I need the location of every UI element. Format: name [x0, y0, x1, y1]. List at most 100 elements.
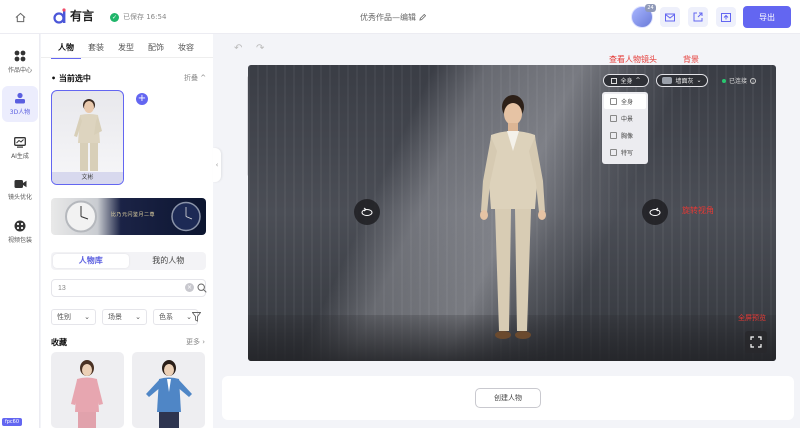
rotate-icon: [361, 207, 373, 216]
search-box: ×: [51, 279, 207, 297]
check-icon: ✓: [110, 12, 119, 22]
top-bar: 有言 ✓ 已保存 16:54 优秀作品—编辑 24 导出: [0, 0, 800, 34]
frame-icon: [610, 132, 617, 139]
nav-label: 镜头优化: [7, 194, 32, 201]
funnel-icon[interactable]: [192, 312, 201, 322]
selected-person-card[interactable]: 文彬: [51, 90, 124, 185]
nav-label: 3D人物: [9, 109, 31, 116]
chevron-down-icon: ⌄: [135, 313, 141, 321]
view-camera-dropdown: 全身 中景 胸像 特写: [602, 92, 648, 164]
watch-image: [65, 200, 97, 233]
frame-icon: [611, 77, 618, 84]
collapse-toggle[interactable]: 折叠 ^: [184, 73, 206, 83]
mail-icon: [665, 13, 675, 21]
more-link[interactable]: 更多 ›: [186, 337, 205, 347]
banner-text: 比乃元闪鉴月二尊: [111, 212, 156, 218]
nav-label: 作品中心: [7, 67, 32, 74]
annotation-background: 背景: [683, 55, 699, 64]
redo-icon[interactable]: ↷: [256, 43, 264, 54]
undo-icon[interactable]: ↶: [234, 43, 242, 54]
expand-icon: [750, 336, 762, 348]
rotate-left-button[interactable]: [354, 199, 380, 225]
favorite-person-card[interactable]: [51, 352, 124, 428]
library-tabs: 人物库 我的人物: [51, 252, 206, 270]
nav-label: AI生成: [11, 152, 29, 160]
tab-my-persons[interactable]: 我的人物: [131, 252, 207, 270]
document-title[interactable]: 优秀作品—编辑: [360, 12, 426, 23]
view-camera-value: 全身: [620, 78, 633, 85]
action-bar: 创建人物: [222, 376, 794, 420]
person-thumbnail: [74, 99, 102, 171]
share-button[interactable]: [688, 7, 708, 27]
connection-status: 已连接 i: [722, 76, 757, 85]
export-button[interactable]: 导出: [743, 6, 791, 28]
asset-panel: 人物 套装 发型 配饰 妆容 • 当前选中 折叠 ^ 文彬 + 比乃元闪鉴月二尊…: [41, 34, 251, 428]
status-dot: [722, 78, 726, 83]
frame-icon: [610, 98, 617, 105]
pencil-icon[interactable]: [419, 14, 426, 21]
app-logo[interactable]: 有言: [53, 7, 94, 24]
create-person-button[interactable]: 创建人物: [475, 388, 541, 408]
home-button[interactable]: [8, 7, 32, 27]
person-icon: [15, 92, 25, 104]
view-option-full[interactable]: 全身: [604, 94, 646, 109]
search-icon[interactable]: [197, 283, 207, 293]
fullscreen-button[interactable]: [745, 331, 767, 353]
camera-icon: [14, 180, 26, 188]
promo-banner[interactable]: 比乃元闪鉴月二尊: [51, 198, 206, 235]
info-icon[interactable]: i: [750, 77, 757, 84]
rotate-icon: [649, 207, 661, 216]
palette-icon: [14, 220, 26, 232]
frame-icon: [610, 115, 617, 122]
3d-preview-stage[interactable]: 全身 ^ 墙面灰 ⌄ 已连接 i 全身 中景 胸像 特写 旋转视角 全屏预览: [248, 65, 776, 361]
save-status: ✓ 已保存 16:54: [110, 12, 166, 22]
upload-icon: [721, 13, 731, 22]
nav-item-ai-generate[interactable]: AI生成: [2, 130, 38, 166]
nav-label: 视频包装: [7, 237, 32, 244]
person-thumbnail: [146, 360, 192, 428]
view-camera-select[interactable]: 全身 ^: [603, 74, 649, 87]
add-person-button[interactable]: +: [136, 93, 148, 105]
panel-collapse-handle[interactable]: ‹: [213, 148, 221, 182]
message-button[interactable]: [660, 7, 680, 27]
clear-icon[interactable]: ×: [185, 283, 194, 292]
grid-icon: [14, 50, 26, 62]
3d-character: [480, 95, 546, 339]
annotation-fullscreen: 全屏预览: [738, 314, 766, 322]
chevron-down-icon: ⌄: [84, 313, 90, 321]
view-option-medium[interactable]: 中景: [604, 111, 646, 126]
filter-row: 性别 ⌄ 场景 ⌄ 色系 ⌄: [51, 309, 198, 325]
user-avatar[interactable]: 24: [631, 4, 656, 28]
filter-gender[interactable]: 性别 ⌄: [51, 309, 96, 325]
view-option-bust[interactable]: 胸像: [604, 128, 646, 143]
search-input[interactable]: [58, 283, 178, 294]
document-title-text: 优秀作品—编辑: [360, 13, 416, 22]
nav-item-camera[interactable]: 镜头优化: [2, 172, 38, 208]
left-nav: 作品中心 3D人物 AI生成 镜头优化 视频包装: [0, 34, 40, 428]
share-icon: [693, 12, 703, 22]
background-select[interactable]: 墙面灰 ⌄: [656, 74, 708, 87]
version-tag: fpc60: [2, 418, 23, 426]
annotation-view-camera: 查看人物镜头: [609, 55, 657, 64]
logo-text: 有言: [70, 9, 95, 23]
save-status-text: 已保存 16:54: [123, 13, 167, 21]
upload-button[interactable]: [716, 7, 736, 27]
current-selected-heading: • 当前选中: [51, 74, 91, 83]
chevron-down-icon: ⌄: [696, 77, 702, 84]
connection-text: 已连接: [729, 78, 748, 85]
watch-image-dark: [171, 201, 201, 232]
nav-item-works[interactable]: 作品中心: [2, 44, 38, 80]
person-thumbnail: [71, 360, 103, 428]
background-swatch: [662, 77, 673, 84]
home-icon: [15, 12, 25, 22]
nav-item-3d-person[interactable]: 3D人物: [2, 86, 38, 122]
favorites-heading: 收藏: [51, 338, 67, 347]
rotate-right-button[interactable]: [642, 199, 668, 225]
frame-icon: [610, 149, 617, 156]
tab-person-library[interactable]: 人物库: [53, 254, 129, 268]
nav-item-packaging[interactable]: 视频包装: [2, 214, 38, 250]
view-option-closeup[interactable]: 特写: [604, 145, 646, 160]
filter-scene[interactable]: 场景 ⌄: [102, 309, 147, 325]
favorite-person-card[interactable]: [132, 352, 205, 428]
logo-icon: [53, 7, 66, 24]
